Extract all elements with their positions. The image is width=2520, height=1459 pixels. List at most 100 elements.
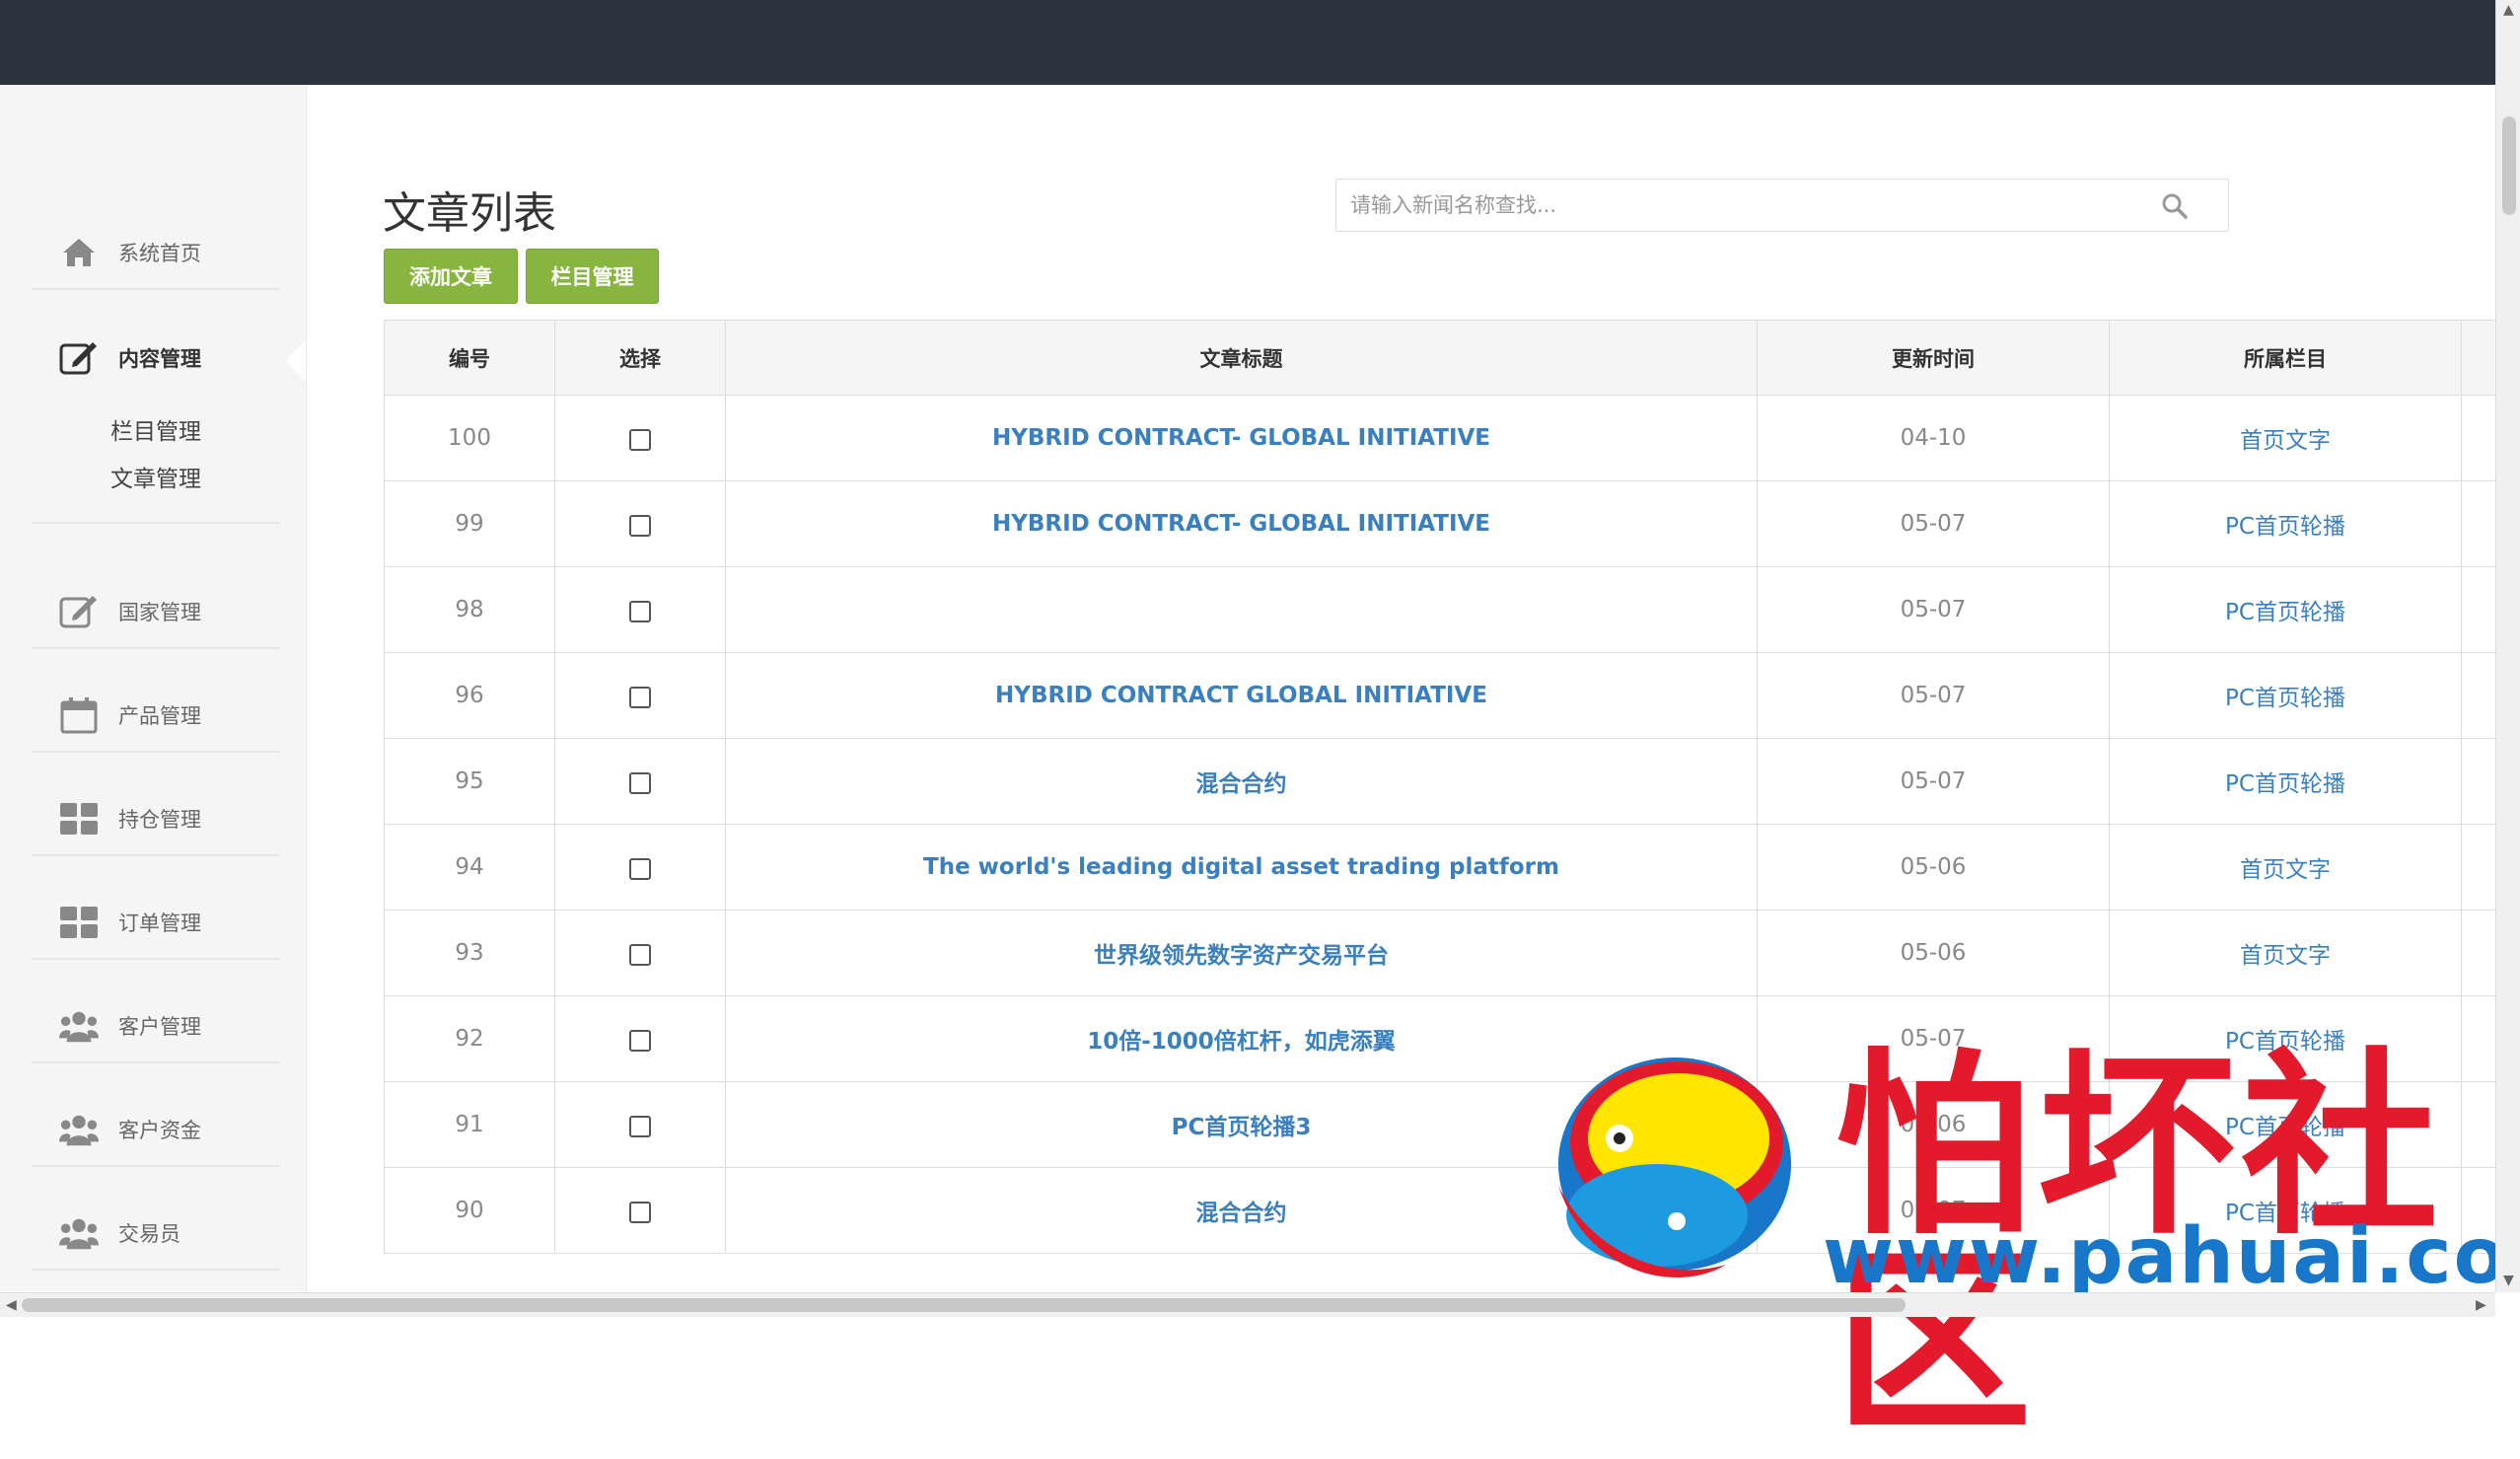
sidebar-item-orders[interactable]: 订单管理: [32, 887, 280, 960]
table-row: 100 HYBRID CONTRACT- GLOBAL INITIATIVE 0…: [384, 395, 2498, 481]
vertical-scroll-thumb[interactable]: [2502, 116, 2516, 215]
row-select-cell: [554, 995, 726, 1082]
calendar-icon: [59, 695, 99, 735]
row-select-cell: [554, 1167, 726, 1254]
column-header-extra: [2461, 320, 2498, 396]
grid-icon: [59, 799, 99, 839]
sidebar-item-content[interactable]: 内容管理: [32, 323, 280, 394]
row-updated: 05-06: [1757, 910, 2110, 996]
sidebar-item-customer-funds[interactable]: 客户资金: [32, 1094, 280, 1167]
sidebar-item-label: 客户管理: [118, 1015, 201, 1039]
row-id: 90: [384, 1167, 555, 1254]
row-checkbox[interactable]: [629, 429, 651, 451]
sidebar-item-product[interactable]: 产品管理: [32, 680, 280, 753]
row-extra: [2461, 652, 2498, 739]
users-icon: [59, 1006, 99, 1046]
row-id: 95: [384, 738, 555, 825]
top-header-bar: [0, 0, 2495, 85]
row-updated: 04-10: [1757, 395, 2110, 481]
watermark-logo: [1529, 1048, 1805, 1308]
row-extra: [2461, 824, 2498, 911]
row-category-link[interactable]: PC首页轮播: [2109, 480, 2462, 567]
sidebar-item-label: 交易员: [118, 1222, 180, 1246]
sidebar-item-label: 产品管理: [118, 704, 201, 728]
sidebar: 系统首页 内容管理 栏目管理 文章管理 国家管理 产品管理 持仓管理 订单管理: [0, 85, 307, 1291]
row-checkbox[interactable]: [629, 687, 651, 708]
users-icon: [59, 1213, 99, 1253]
row-checkbox[interactable]: [629, 601, 651, 622]
row-title-link[interactable]: 世界级领先数字资产交易平台: [725, 910, 1758, 996]
row-checkbox[interactable]: [629, 858, 651, 880]
row-id: 94: [384, 824, 555, 911]
row-checkbox[interactable]: [629, 515, 651, 537]
table-row: 95 混合合约 05-07 PC首页轮播: [384, 738, 2498, 825]
page-title: 文章列表: [383, 188, 556, 239]
add-article-button[interactable]: 添加文章: [384, 249, 518, 304]
vertical-scrollbar[interactable]: ▲ ▼: [2495, 0, 2520, 1292]
sidebar-item-traders[interactable]: 交易员: [32, 1198, 280, 1271]
row-category-link[interactable]: PC首页轮播: [2109, 566, 2462, 653]
row-id: 91: [384, 1081, 555, 1168]
table-header-row: 编号 选择 文章标题 更新时间 所属栏目: [384, 320, 2498, 396]
row-id: 100: [384, 395, 555, 481]
sidebar-item-customers[interactable]: 客户管理: [32, 990, 280, 1063]
row-checkbox[interactable]: [629, 772, 651, 794]
subnav-article-management[interactable]: 文章管理: [110, 460, 201, 493]
row-title-link[interactable]: [725, 566, 1758, 653]
row-checkbox[interactable]: [629, 1030, 651, 1052]
home-icon: [59, 233, 99, 272]
row-category-link[interactable]: 首页文字: [2109, 824, 2462, 911]
column-header-title: 文章标题: [725, 320, 1758, 396]
row-updated: 05-07: [1757, 738, 2110, 825]
row-select-cell: [554, 738, 726, 825]
row-checkbox[interactable]: [629, 1202, 651, 1223]
row-checkbox[interactable]: [629, 944, 651, 966]
row-title-link[interactable]: HYBRID CONTRACT- GLOBAL INITIATIVE: [725, 395, 1758, 481]
search-box: [1335, 179, 2229, 232]
sidebar-item-label: 系统首页: [118, 242, 201, 265]
horizontal-scroll-thumb[interactable]: [22, 1298, 1906, 1312]
row-title-link[interactable]: HYBRID CONTRACT- GLOBAL INITIATIVE: [725, 480, 1758, 567]
row-select-cell: [554, 824, 726, 911]
column-header-id: 编号: [384, 320, 555, 396]
row-title-link[interactable]: HYBRID CONTRACT GLOBAL INITIATIVE: [725, 652, 1758, 739]
sidebar-item-country[interactable]: 国家管理: [32, 576, 280, 649]
row-title-link[interactable]: The world's leading digital asset tradin…: [725, 824, 1758, 911]
scroll-right-icon[interactable]: ▶: [2476, 1297, 2486, 1313]
search-icon[interactable]: [2161, 192, 2189, 220]
scroll-left-icon[interactable]: ◀: [6, 1297, 17, 1313]
table-row: 99 HYBRID CONTRACT- GLOBAL INITIATIVE 05…: [384, 480, 2498, 567]
row-id: 96: [384, 652, 555, 739]
row-id: 93: [384, 910, 555, 996]
row-category-link[interactable]: 首页文字: [2109, 395, 2462, 481]
column-header-updated: 更新时间: [1757, 320, 2110, 396]
row-updated: 05-06: [1757, 824, 2110, 911]
row-updated: 05-07: [1757, 480, 2110, 567]
watermark-url: www.pahuai.com: [1823, 1212, 2520, 1301]
search-input[interactable]: [1336, 180, 2145, 231]
divider: [32, 522, 280, 524]
row-category-link[interactable]: PC首页轮播: [2109, 652, 2462, 739]
sidebar-item-home[interactable]: 系统首页: [32, 217, 280, 290]
row-select-cell: [554, 480, 726, 567]
row-extra: [2461, 910, 2498, 996]
row-category-link[interactable]: PC首页轮播: [2109, 738, 2462, 825]
table-row: 94 The world's leading digital asset tra…: [384, 824, 2498, 911]
subnav-column-management[interactable]: 栏目管理: [110, 412, 201, 446]
row-updated: 05-07: [1757, 566, 2110, 653]
table-row: 93 世界级领先数字资产交易平台 05-06 首页文字: [384, 910, 2498, 996]
row-checkbox[interactable]: [629, 1116, 651, 1137]
scroll-up-icon[interactable]: ▲: [2503, 2, 2514, 18]
sidebar-item-label: 国家管理: [118, 601, 201, 624]
row-id: 98: [384, 566, 555, 653]
horizontal-scrollbar[interactable]: ◀ ▶: [0, 1292, 2495, 1317]
row-extra: [2461, 395, 2498, 481]
sidebar-item-position[interactable]: 持仓管理: [32, 783, 280, 856]
row-title-link[interactable]: 混合合约: [725, 738, 1758, 825]
active-indicator: [286, 339, 306, 383]
scroll-down-icon[interactable]: ▼: [2503, 1273, 2514, 1288]
row-select-cell: [554, 652, 726, 739]
row-category-link[interactable]: 首页文字: [2109, 910, 2462, 996]
column-management-button[interactable]: 栏目管理: [526, 249, 659, 304]
column-header-category: 所属栏目: [2109, 320, 2462, 396]
